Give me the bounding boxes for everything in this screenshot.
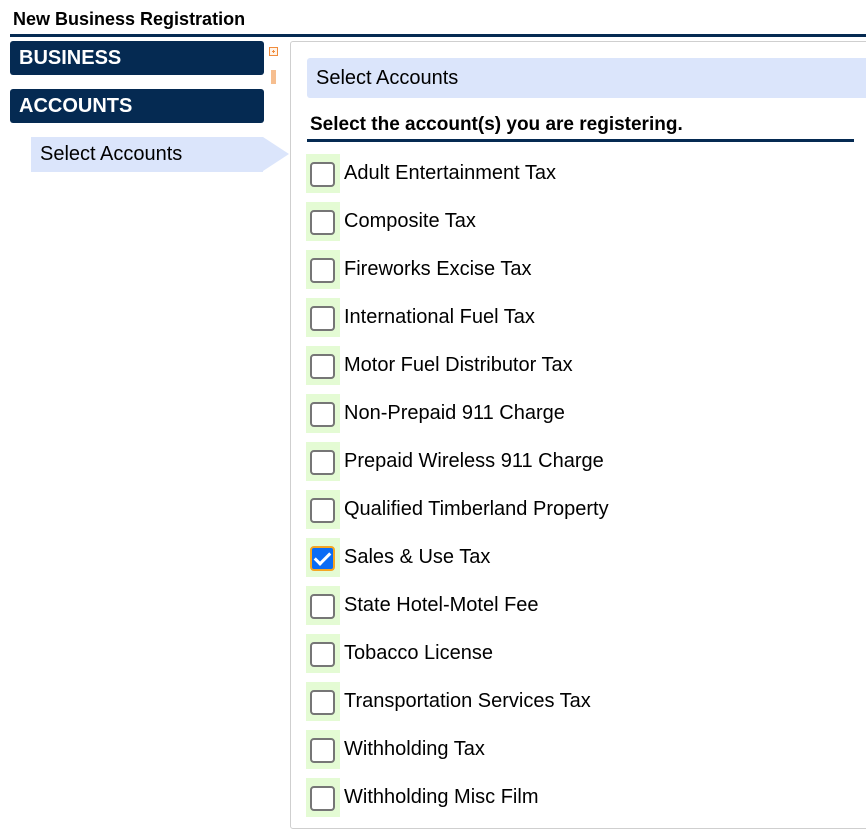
checkbox-highlight: [306, 394, 340, 433]
expand-plus-icon[interactable]: [269, 47, 278, 56]
account-checkbox[interactable]: [310, 210, 335, 235]
section-heading: Select the account(s) you are registerin…: [310, 114, 683, 135]
account-label[interactable]: Composite Tax: [344, 208, 476, 234]
account-label[interactable]: Qualified Timberland Property: [344, 496, 609, 522]
active-item-arrow: [263, 137, 289, 171]
account-label[interactable]: International Fuel Tax: [344, 304, 535, 330]
account-label[interactable]: Sales & Use Tax: [344, 544, 490, 570]
checkbox-highlight: [306, 538, 340, 577]
sidebar-item-select-accounts[interactable]: Select Accounts: [31, 137, 263, 172]
account-checkbox[interactable]: [310, 402, 335, 427]
account-label[interactable]: Non-Prepaid 911 Charge: [344, 400, 565, 426]
account-label[interactable]: Withholding Misc Film: [344, 784, 538, 810]
resize-grip-icon[interactable]: [271, 70, 276, 84]
account-checkbox[interactable]: [310, 738, 335, 763]
account-checkbox[interactable]: [310, 258, 335, 283]
checkbox-highlight: [306, 298, 340, 337]
checkbox-highlight: [306, 490, 340, 529]
sidebar-section-business[interactable]: BUSINESS: [10, 41, 264, 75]
sidebar-section-accounts[interactable]: ACCOUNTS: [10, 89, 264, 123]
account-checkbox[interactable]: [310, 546, 335, 571]
checkbox-highlight: [306, 250, 340, 289]
account-checkbox[interactable]: [310, 354, 335, 379]
account-checkbox[interactable]: [310, 594, 335, 619]
checkbox-highlight: [306, 634, 340, 673]
account-checkbox[interactable]: [310, 498, 335, 523]
checkbox-highlight: [306, 778, 340, 817]
account-checkbox[interactable]: [310, 162, 335, 187]
checkbox-highlight: [306, 202, 340, 241]
account-label[interactable]: Prepaid Wireless 911 Charge: [344, 448, 604, 474]
section-divider: [307, 139, 854, 142]
account-checkbox[interactable]: [310, 306, 335, 331]
checkbox-highlight: [306, 730, 340, 769]
account-label[interactable]: Fireworks Excise Tax: [344, 256, 531, 282]
account-label[interactable]: Withholding Tax: [344, 736, 485, 762]
account-checkbox[interactable]: [310, 690, 335, 715]
page-title: New Business Registration: [13, 9, 246, 29]
account-label[interactable]: Adult Entertainment Tax: [344, 160, 556, 186]
account-label[interactable]: Transportation Services Tax: [344, 688, 591, 714]
checkbox-highlight: [306, 442, 340, 481]
account-checkbox[interactable]: [310, 450, 335, 475]
checkbox-highlight: [306, 682, 340, 721]
account-checkbox[interactable]: [310, 642, 335, 667]
account-label[interactable]: State Hotel-Motel Fee: [344, 592, 539, 618]
checkbox-highlight: [306, 154, 340, 193]
panel-header: Select Accounts: [307, 58, 866, 98]
title-divider: [10, 34, 866, 37]
account-label[interactable]: Motor Fuel Distributor Tax: [344, 352, 573, 378]
account-checkbox[interactable]: [310, 786, 335, 811]
checkbox-highlight: [306, 586, 340, 625]
account-label[interactable]: Tobacco License: [344, 640, 493, 666]
checkbox-highlight: [306, 346, 340, 385]
